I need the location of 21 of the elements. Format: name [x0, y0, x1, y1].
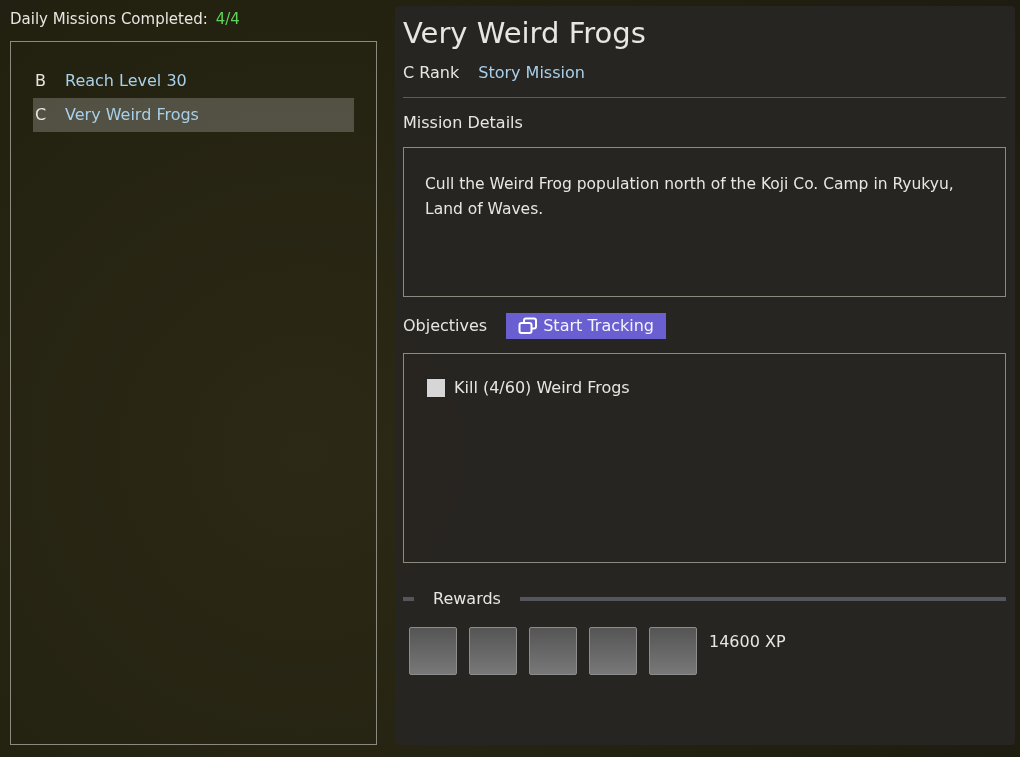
daily-missions-label: Daily Missions Completed: — [10, 9, 208, 30]
mission-list-item[interactable]: B Reach Level 30 — [33, 63, 354, 98]
reward-slot[interactable] — [649, 626, 697, 675]
section-heading: Mission Details — [403, 112, 523, 132]
section-heading: Rewards — [433, 587, 501, 610]
mission-title: Very Weird Frogs — [403, 16, 647, 51]
windows-icon — [518, 316, 539, 335]
section-heading: Objectives — [403, 314, 488, 337]
mission-list-item[interactable]: C Very Weird Frogs — [33, 97, 354, 132]
start-tracking-button[interactable]: Start Tracking — [506, 312, 666, 339]
reward-slot[interactable] — [589, 626, 637, 675]
reward-slot[interactable] — [529, 626, 577, 675]
reward-slot[interactable] — [469, 626, 517, 675]
objective-text: Kill (4/60) Weird Frogs — [454, 376, 630, 399]
daily-missions-count: 4/4 — [215, 9, 240, 30]
mission-description: Cull the Weird Frog population north of the Koji Co. Camp in Ryukyu, Land of Waves. — [425, 173, 955, 221]
reward-xp: 14600 XP — [709, 630, 786, 653]
reward-slot[interactable] — [409, 626, 457, 675]
mission-rank: C Rank — [403, 61, 460, 84]
mission-type: Story Mission — [478, 61, 585, 84]
objective-checkbox[interactable] — [426, 377, 446, 398]
